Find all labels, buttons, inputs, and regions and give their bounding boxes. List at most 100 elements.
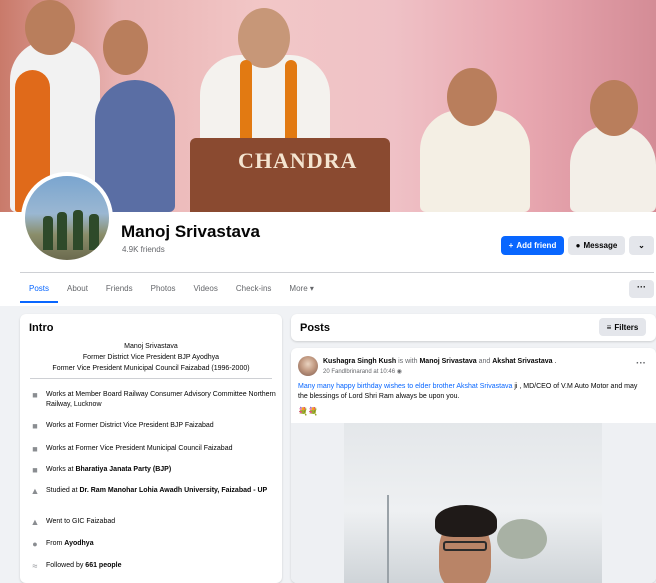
cover-figure — [285, 60, 297, 140]
avatar-figure — [89, 214, 99, 250]
briefcase-icon: ■ — [32, 421, 38, 431]
messenger-icon: ● — [575, 241, 581, 250]
tab-videos[interactable]: Videos — [185, 277, 227, 303]
cover-figure — [447, 68, 497, 126]
graduation-cap-icon: ▲ — [30, 486, 40, 496]
bio-line: Former Vice President Municipal Council … — [52, 365, 250, 372]
intro-item-prefix: From — [46, 540, 65, 547]
message-button[interactable]: ● Message — [568, 236, 625, 255]
cover-figure — [238, 8, 290, 68]
tagged-user[interactable]: Manoj Srivastava — [419, 358, 476, 365]
globe-icon: ◉ — [396, 369, 402, 375]
intro-item-text: Studied at Dr. Ram Manohar Lohia Awadh U… — [46, 486, 267, 496]
cover-photo[interactable]: CHANDRA — [0, 0, 656, 212]
ellipsis-icon: ··· — [637, 282, 646, 292]
cover-figure — [103, 20, 148, 75]
post-card: Kushagra Singh Kush is with Manoj Srivas… — [291, 348, 656, 583]
tab-friends[interactable]: Friends — [97, 277, 142, 303]
briefcase-icon: ■ — [32, 465, 38, 475]
avatar-figure — [73, 210, 83, 250]
sliders-icon: ≡ — [606, 322, 612, 332]
tab-photos[interactable]: Photos — [142, 277, 185, 303]
intro-item-text: Works at Former Vice President Municipal… — [46, 445, 233, 452]
photo-pole — [387, 495, 389, 583]
profile-options-button[interactable]: ⌄ — [629, 236, 654, 255]
bio-line: Manoj Srivastava — [124, 343, 178, 350]
post-emoji: 💐💐 — [298, 407, 318, 416]
intro-card: Intro Manoj Srivastava Former District V… — [20, 314, 282, 583]
graduation-cap-icon: ▲ — [30, 517, 40, 527]
intro-item-education: ▲ Studied at Dr. Ram Manohar Lohia Awadh… — [30, 486, 278, 496]
photo-tree — [497, 519, 547, 559]
posts-title: Posts — [300, 322, 330, 334]
cover-figure — [95, 80, 175, 212]
add-friend-button[interactable]: + Add friend — [501, 236, 564, 255]
intro-item-education: ▲ Went to GIC Faizabad — [30, 517, 278, 527]
photo-person-hair — [435, 505, 497, 537]
podium-text: CHANDRA — [238, 148, 358, 173]
post-text: Many many happy birthday wishes to elder… — [298, 382, 648, 402]
more-options-button[interactable]: ··· — [629, 280, 654, 298]
post-header-line: Kushagra Singh Kush is with Manoj Srivas… — [323, 357, 556, 367]
post-photo[interactable] — [291, 423, 656, 583]
tagged-user[interactable]: Akshat Srivastava — [492, 358, 552, 365]
intro-item-link[interactable]: Bharatiya Janata Party (BJP) — [75, 466, 171, 473]
tab-check-ins[interactable]: Check-ins — [227, 277, 281, 303]
intro-item-prefix: Studied at — [46, 487, 80, 494]
cover-figure — [25, 0, 75, 55]
intro-divider — [30, 378, 272, 379]
rss-icon: ≈ — [32, 561, 38, 571]
intro-item-work: ■ Works at Member Board Railway Consumer… — [30, 390, 278, 410]
avatar-figure — [57, 212, 67, 250]
intro-item-link[interactable]: 661 people — [85, 562, 121, 569]
intro-item-hometown: ● From Ayodhya — [30, 539, 278, 549]
cover-figure — [590, 80, 638, 136]
intro-item-prefix: Followed by — [46, 562, 86, 569]
divider — [20, 272, 654, 273]
location-pin-icon: ● — [32, 539, 38, 549]
add-friend-label: Add friend — [516, 241, 557, 250]
intro-item-text: Works at Member Board Railway Consumer A… — [46, 391, 276, 408]
tab-more-label: More — [289, 284, 308, 293]
post-end-text: . — [552, 358, 557, 365]
friends-count[interactable]: 4.9K friends — [122, 245, 165, 254]
profile-avatar[interactable] — [21, 172, 113, 264]
intro-item-text: Followed by 661 people — [46, 561, 121, 571]
post-meta: Kushagra Singh Kush is with Manoj Srivas… — [323, 357, 556, 377]
filters-label: Filters — [614, 322, 639, 332]
intro-bio: Manoj Srivastava Former District Vice Pr… — [20, 341, 282, 374]
post-timestamp[interactable]: 20 Fandlbrinarand at 10:46 — [323, 369, 395, 375]
intro-item-prefix: Works at — [46, 466, 76, 473]
intro-item-work: ■ Works at Bharatiya Janata Party (BJP) — [30, 465, 278, 475]
tab-more[interactable]: More ▾ — [280, 277, 322, 303]
post-author-avatar[interactable] — [298, 356, 318, 376]
intro-item-text: Went to GIC Faizabad — [46, 518, 116, 525]
intro-item-link[interactable]: Dr. Ram Manohar Lohia Awadh University, … — [79, 487, 267, 494]
profile-name: Manoj Srivastava — [121, 222, 260, 241]
post-author[interactable]: Kushagra Singh Kush — [323, 358, 396, 365]
intro-title: Intro — [29, 322, 54, 334]
bio-line: Former District Vice President BJP Ayodh… — [82, 354, 220, 361]
ellipsis-icon: ··· — [636, 358, 646, 369]
photo-glasses — [443, 541, 487, 551]
intro-item-text: From Ayodhya — [46, 539, 94, 549]
filters-button[interactable]: ≡ Filters — [599, 318, 646, 336]
intro-item-text: Works at Bharatiya Janata Party (BJP) — [46, 465, 171, 475]
message-label: Message — [583, 241, 618, 250]
post-with-text: is with — [396, 358, 420, 365]
tab-about[interactable]: About — [58, 277, 97, 303]
add-person-icon: + — [508, 241, 514, 250]
cover-figure — [570, 125, 656, 212]
avatar-figure — [43, 216, 53, 250]
briefcase-icon: ■ — [32, 444, 38, 454]
caret-down-icon: ▾ — [309, 284, 314, 293]
tab-posts[interactable]: Posts — [20, 277, 59, 303]
intro-item-work: ■ Works at Former District Vice Presiden… — [30, 421, 278, 431]
post-timestamp-line: 20 Fandlbrinarand at 10:46 ◉ — [323, 367, 556, 377]
intro-item-link[interactable]: Ayodhya — [64, 540, 93, 547]
briefcase-icon: ■ — [32, 390, 38, 400]
posts-header: Posts ≡ Filters — [291, 314, 656, 341]
post-link-text[interactable]: Many many happy birthday wishes to elder… — [298, 383, 512, 390]
intro-item-followers: ≈ Followed by 661 people — [30, 561, 278, 571]
post-options-button[interactable]: ··· — [636, 358, 646, 369]
